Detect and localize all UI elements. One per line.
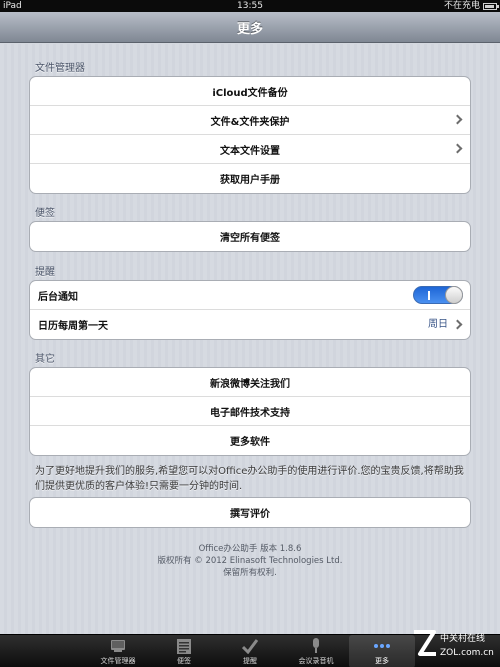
section-header-other: 其它: [35, 354, 55, 365]
weibo-follow-row[interactable]: 新浪微博关注我们: [30, 368, 470, 397]
row-label: 清空所有便签: [220, 233, 280, 244]
microphone-icon: [307, 638, 325, 654]
file-folder-protection-row[interactable]: 文件&文件夹保护: [30, 106, 470, 135]
clear-all-notes-row[interactable]: 清空所有便签: [30, 222, 470, 251]
chevron-right-icon: [452, 143, 463, 154]
watermark-brand: 中关村在线: [440, 632, 485, 644]
more-apps-row[interactable]: 更多软件: [30, 426, 470, 455]
toggle-knob: [445, 286, 463, 304]
chevron-right-icon: [452, 114, 463, 125]
zol-watermark: 中关村在线 ZOL.com.cn: [410, 628, 496, 662]
battery-icon: [483, 2, 499, 10]
page-title: 更多: [236, 21, 263, 37]
tab-label: 会议录音机: [298, 657, 334, 665]
row-label: 新浪微博关注我们: [210, 378, 290, 390]
status-time: 13:55: [237, 1, 263, 11]
notes-icon: [175, 638, 193, 654]
email-support-row[interactable]: 电子邮件技术支持: [30, 397, 470, 426]
charging-status: 不在充电: [443, 1, 480, 11]
row-label: 撰写评价: [230, 509, 270, 520]
settings-content[interactable]: 文件管理器 iCloud文件备份 文件&文件夹保护 文本文件设置 获取用户手册 …: [0, 44, 500, 634]
section-header-notes: 便签: [35, 208, 55, 219]
tab-label: 更多: [375, 657, 389, 665]
row-label: 获取用户手册: [220, 175, 280, 186]
navigation-bar: 更多: [0, 12, 500, 43]
write-review-button[interactable]: 撰写评价: [30, 498, 470, 527]
copyright-text: 版权所有 © 2012 Elinasoft Technologies Ltd.: [157, 556, 343, 566]
file-manager-group: iCloud文件备份 文件&文件夹保护 文本文件设置 获取用户手册: [29, 76, 471, 194]
version-text: Office办公助手 版本 1.8.6: [198, 544, 302, 554]
tab-label: 便签: [177, 657, 191, 665]
tab-notes[interactable]: 便签: [151, 635, 217, 667]
row-label: iCloud文件备份: [212, 87, 288, 99]
background-notification-toggle[interactable]: [413, 286, 463, 304]
section-header-file-manager: 文件管理器: [35, 63, 85, 74]
row-label: 更多软件: [230, 437, 270, 448]
folder-icon: [109, 638, 127, 654]
rights-text: 保留所有权利.: [223, 568, 277, 578]
review-note: 为了更好地提升我们的服务,希望您可以对Office办公助手的使用进行评价.您的宝…: [35, 466, 464, 492]
week-start-row[interactable]: 日历每周第一天 周日: [30, 310, 470, 339]
tab-label: 提醒: [243, 657, 257, 665]
device-name: iPad: [3, 1, 22, 11]
other-group: 新浪微博关注我们 电子邮件技术支持 更多软件: [29, 367, 471, 456]
icloud-backup-row[interactable]: iCloud文件备份: [30, 77, 470, 106]
tab-meeting-recorder[interactable]: 会议录音机: [283, 635, 349, 667]
tab-reminder[interactable]: 提醒: [217, 635, 283, 667]
watermark-site: ZOL.com.cn: [440, 648, 494, 658]
background-notification-row: 后台通知: [30, 281, 470, 310]
week-start-value: 周日: [428, 319, 448, 330]
status-bar: iPad 13:55 不在充电: [0, 0, 500, 12]
row-label: 日历每周第一天: [38, 321, 108, 332]
tab-more[interactable]: 更多: [349, 635, 415, 667]
tab-file-manager[interactable]: 文件管理器: [85, 635, 151, 667]
tab-label: 文件管理器: [100, 657, 136, 665]
row-label: 文本文件设置: [220, 145, 280, 157]
row-label: 后台通知: [38, 291, 78, 303]
checkmark-icon: [241, 638, 259, 654]
review-group: 撰写评价: [29, 497, 471, 528]
get-user-manual-row[interactable]: 获取用户手册: [30, 164, 470, 193]
row-label: 电子邮件技术支持: [210, 407, 290, 419]
reminder-group: 后台通知 日历每周第一天 周日: [29, 280, 471, 340]
text-file-settings-row[interactable]: 文本文件设置: [30, 135, 470, 164]
chevron-right-icon: [452, 319, 463, 329]
more-icon: [373, 638, 391, 654]
notes-group: 清空所有便签: [29, 221, 471, 252]
section-header-reminder: 提醒: [35, 267, 55, 278]
row-label: 文件&文件夹保护: [210, 116, 290, 128]
